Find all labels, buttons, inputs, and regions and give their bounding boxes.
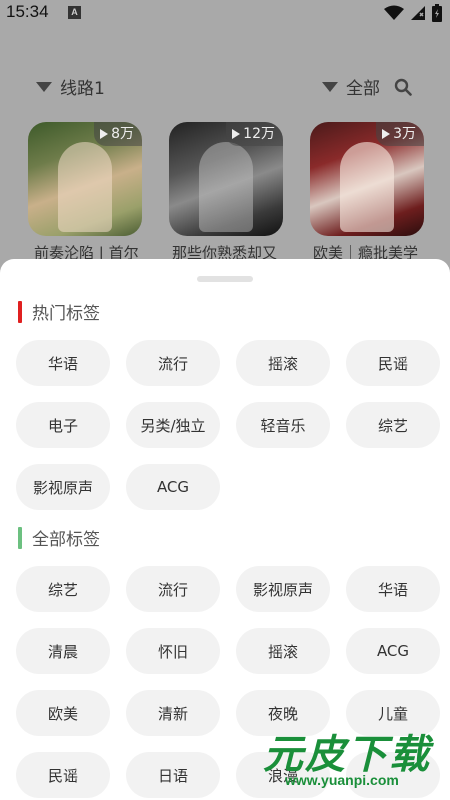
sheet-drag-handle[interactable] <box>197 276 253 282</box>
play-count: 12万 <box>243 126 275 142</box>
playlist-page: 线路1 全部 8万 前奏沦陷 | 首尔 12万 那些你熟悉却又 3万 欧美｜瘾批… <box>0 26 450 266</box>
tag-chip[interactable]: 流行 <box>126 566 220 612</box>
status-icons <box>384 4 442 22</box>
tag-chip[interactable]: 欧美 <box>16 690 110 736</box>
tag-chip[interactable]: 清新 <box>126 690 220 736</box>
search-icon[interactable] <box>394 78 412 96</box>
section-accent-bar <box>18 526 22 549</box>
hot-tags-grid: 华语 流行 摇滚 民谣 电子 另类/独立 轻音乐 综艺 影视原声 ACG <box>16 340 442 510</box>
signal-icon <box>411 6 425 20</box>
route-selector[interactable]: 线路1 <box>36 74 105 99</box>
all-tags-header: 全部标签 <box>18 525 100 550</box>
dropdown-triangle-icon <box>36 81 52 92</box>
section-title: 全部标签 <box>32 530 100 550</box>
tag-chip[interactable]: 华语 <box>346 566 440 612</box>
tag-chip[interactable]: 怀旧 <box>126 628 220 674</box>
tag-chip[interactable]: 轻音乐 <box>236 402 330 448</box>
tag-chip[interactable]: ACG <box>126 464 220 510</box>
tag-chip[interactable]: 华语 <box>16 340 110 386</box>
play-count-badge: 8万 <box>94 122 142 146</box>
cover-art <box>340 142 394 232</box>
play-count: 8万 <box>111 126 134 142</box>
play-count: 3万 <box>393 126 416 142</box>
notification-a-icon: A <box>68 6 81 19</box>
tag-chip[interactable]: 影视原声 <box>236 566 330 612</box>
play-icon <box>100 129 109 139</box>
status-bar: 15:34 A <box>0 0 450 26</box>
cover-art <box>58 142 112 232</box>
tag-chip[interactable]: 综艺 <box>16 566 110 612</box>
category-selector[interactable]: 全部 <box>322 74 412 99</box>
cover-art <box>199 142 253 232</box>
playlist-cover[interactable]: 12万 <box>169 122 283 236</box>
tag-chip[interactable]: 另类/独立 <box>126 402 220 448</box>
hot-tags-header: 热门标签 <box>18 299 100 324</box>
watermark-url: www.yuanpi.com <box>285 772 399 788</box>
play-icon <box>232 129 241 139</box>
tag-chip[interactable]: 摇滚 <box>236 628 330 674</box>
route-label: 线路1 <box>60 79 105 99</box>
dropdown-triangle-icon <box>322 81 338 92</box>
tag-bottom-sheet: 热门标签 华语 流行 摇滚 民谣 电子 另类/独立 轻音乐 综艺 影视原声 AC… <box>0 259 450 800</box>
play-count-badge: 3万 <box>376 122 424 146</box>
tag-chip[interactable]: 民谣 <box>16 752 110 798</box>
tag-chip[interactable]: 影视原声 <box>16 464 110 510</box>
wifi-icon <box>384 5 404 20</box>
watermark-logo: 元皮下载 www.yuanpi.com <box>263 722 450 800</box>
playlist-cover[interactable]: 3万 <box>310 122 424 236</box>
tag-chip[interactable]: 综艺 <box>346 402 440 448</box>
playlist-cover[interactable]: 8万 <box>28 122 142 236</box>
section-accent-bar <box>18 300 22 323</box>
tag-chip[interactable]: 流行 <box>126 340 220 386</box>
play-icon <box>382 129 391 139</box>
tag-chip[interactable]: 清晨 <box>16 628 110 674</box>
battery-icon <box>432 4 442 22</box>
section-title: 热门标签 <box>32 304 100 324</box>
tag-chip[interactable]: ACG <box>346 628 440 674</box>
category-label: 全部 <box>346 79 380 99</box>
tag-chip[interactable]: 电子 <box>16 402 110 448</box>
tag-chip[interactable]: 摇滚 <box>236 340 330 386</box>
status-time: 15:34 <box>6 2 49 21</box>
tag-chip[interactable]: 民谣 <box>346 340 440 386</box>
play-count-badge: 12万 <box>226 122 283 146</box>
tag-chip[interactable]: 日语 <box>126 752 220 798</box>
